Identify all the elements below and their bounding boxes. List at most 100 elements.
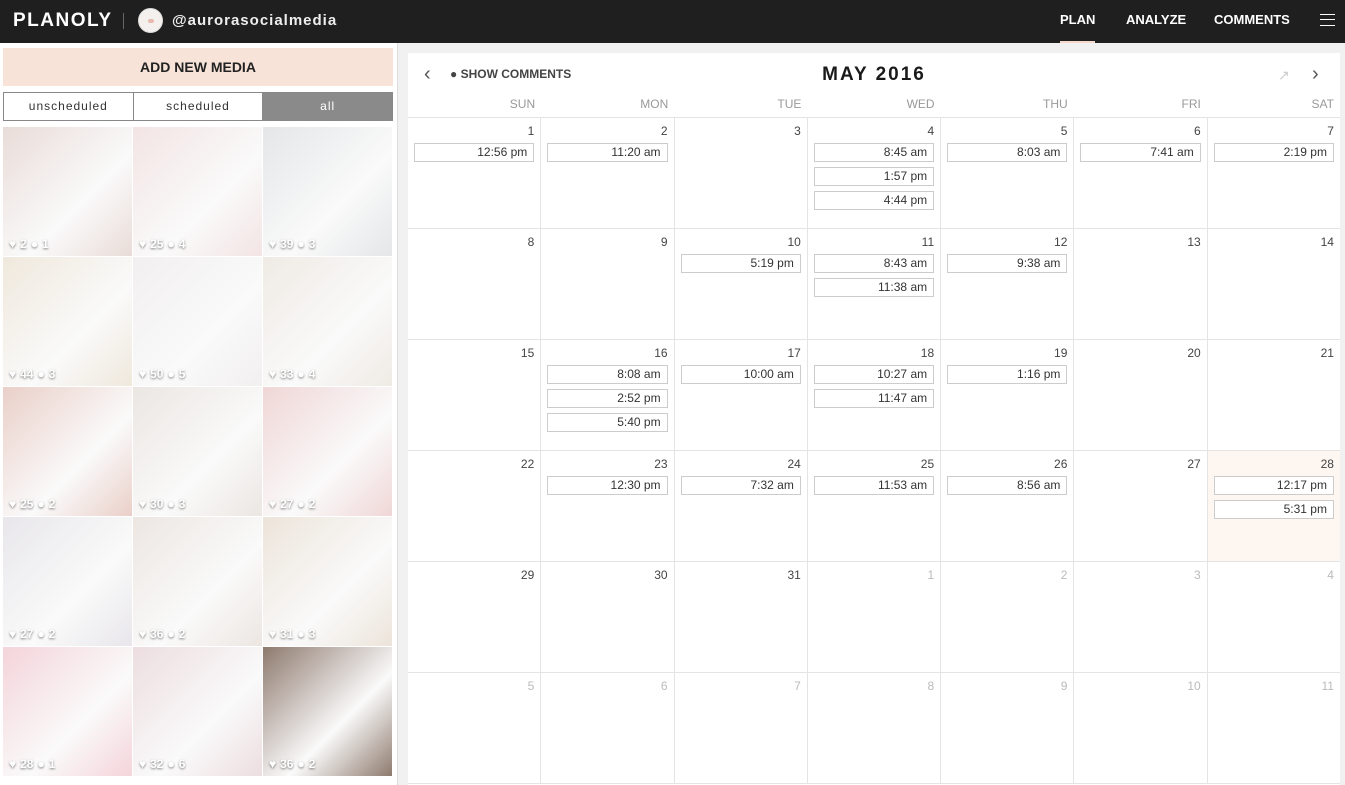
calendar-day[interactable]: 23 12:30 pm <box>541 451 675 561</box>
media-tile[interactable]: ♥ 39 ● 3 <box>263 127 392 256</box>
day-number: 18 <box>920 346 935 360</box>
media-tile[interactable]: ♥ 27 ● 2 <box>3 517 132 646</box>
avatar[interactable] <box>138 8 163 33</box>
calendar-day[interactable]: 29 <box>408 562 542 672</box>
nav-plan[interactable]: PLAN <box>1060 12 1096 43</box>
nav-analyze[interactable]: ANALYZE <box>1126 12 1186 27</box>
calendar-day[interactable]: 30 <box>541 562 675 672</box>
logo[interactable]: PLANOLY <box>13 10 113 32</box>
calendar-day[interactable]: 15 <box>408 340 542 450</box>
next-month-chevron-icon[interactable]: › <box>1312 63 1319 86</box>
scheduled-post-time[interactable]: 11:38 am <box>813 278 935 297</box>
calendar-day[interactable]: 18 10:27 am 11:47 am <box>808 340 942 450</box>
calendar-day[interactable]: 11 8:43 am 11:38 am <box>808 229 942 339</box>
calendar-day[interactable]: 7 <box>675 673 808 783</box>
scheduled-post-time[interactable]: 5:19 pm <box>680 254 801 273</box>
scheduled-post-time[interactable]: 8:08 am <box>547 365 668 384</box>
calendar-day[interactable]: 10 <box>1074 673 1208 783</box>
add-new-media-button[interactable]: ADD NEW MEDIA <box>3 48 393 86</box>
calendar-day[interactable]: 7 2:19 pm <box>1208 118 1340 228</box>
media-tile[interactable]: ♥ 31 ● 3 <box>263 517 392 646</box>
comment-icon: ● <box>297 237 305 251</box>
scheduled-post-time[interactable]: 2:19 pm <box>1213 143 1334 162</box>
scheduled-post-time[interactable]: 10:27 am <box>813 365 935 384</box>
calendar-day[interactable]: 19 1:16 pm <box>941 340 1075 450</box>
calendar-day[interactable]: 9 <box>541 229 675 339</box>
scheduled-post-time[interactable]: 12:30 pm <box>547 476 668 495</box>
calendar-day[interactable]: 16 8:08 am 2:52 pm 5:40 pm <box>541 340 675 450</box>
scheduled-post-time[interactable]: 7:32 am <box>680 476 801 495</box>
calendar-day[interactable]: 21 <box>1208 340 1340 450</box>
scheduled-post-time[interactable]: 4:44 pm <box>813 191 935 210</box>
calendar-day[interactable]: 31 <box>675 562 808 672</box>
heart-icon: ♥ <box>139 237 147 251</box>
scheduled-post-time[interactable]: 12:17 pm <box>1213 476 1334 495</box>
calendar-day[interactable]: 6 7:41 am <box>1074 118 1208 228</box>
calendar-day[interactable]: 26 8:56 am <box>941 451 1075 561</box>
media-tile[interactable]: ♥ 30 ● 3 <box>133 387 262 516</box>
calendar-day[interactable]: 20 <box>1074 340 1208 450</box>
media-tile[interactable]: ♥ 27 ● 2 <box>263 387 392 516</box>
calendar-day[interactable]: 10 5:19 pm <box>675 229 808 339</box>
scheduled-post-time[interactable]: 9:38 am <box>947 254 1068 273</box>
media-tile[interactable]: ♥ 44 ● 3 <box>3 257 132 386</box>
nav-comments[interactable]: COMMENTS <box>1214 12 1290 27</box>
calendar-day[interactable]: 5 8:03 am <box>941 118 1075 228</box>
calendar-day[interactable]: 4 8:45 am 1:57 pm 4:44 pm <box>808 118 942 228</box>
media-tile[interactable]: ♥ 36 ● 2 <box>263 647 392 776</box>
tab-all[interactable]: all <box>263 93 393 120</box>
scheduled-post-time[interactable]: 10:00 am <box>680 365 801 384</box>
calendar-day[interactable]: 22 <box>408 451 542 561</box>
scheduled-post-time[interactable]: 11:53 am <box>813 476 935 495</box>
calendar-day[interactable]: 9 <box>941 673 1075 783</box>
media-tile[interactable]: ♥ 28 ● 1 <box>3 647 132 776</box>
calendar-day[interactable]: 4 <box>1208 562 1340 672</box>
media-tile[interactable]: ♥ 32 ● 6 <box>133 647 262 776</box>
scheduled-post-time[interactable]: 1:57 pm <box>813 167 935 186</box>
calendar-day[interactable]: 5 <box>408 673 542 783</box>
scheduled-post-time[interactable]: 7:41 am <box>1080 143 1201 162</box>
calendar-day[interactable]: 25 11:53 am <box>808 451 942 561</box>
media-tile[interactable]: ♥ 2 ● 1 <box>3 127 132 256</box>
scheduled-post-time[interactable]: 12:56 pm <box>414 143 535 162</box>
hamburger-menu-icon[interactable] <box>1320 14 1335 26</box>
calendar-day[interactable]: 6 <box>541 673 675 783</box>
calendar-day[interactable]: 12 9:38 am <box>941 229 1075 339</box>
likes-count: 30 <box>150 497 164 511</box>
calendar-day[interactable]: 28 12:17 pm 5:31 pm <box>1207 451 1340 561</box>
tab-unscheduled[interactable]: unscheduled <box>4 93 134 120</box>
calendar-day[interactable]: 2 <box>941 562 1075 672</box>
scheduled-post-time[interactable]: 8:03 am <box>947 143 1068 162</box>
trend-chart-icon[interactable]: ↗ <box>1278 67 1290 84</box>
calendar-day[interactable]: 24 7:32 am <box>675 451 808 561</box>
media-tile[interactable]: ♥ 25 ● 4 <box>133 127 262 256</box>
calendar-day[interactable]: 11 <box>1208 673 1340 783</box>
tab-scheduled[interactable]: scheduled <box>134 93 264 120</box>
scheduled-post-time[interactable]: 2:52 pm <box>547 389 668 408</box>
calendar-day[interactable]: 14 <box>1208 229 1340 339</box>
scheduled-post-time[interactable]: 1:16 pm <box>947 365 1068 384</box>
media-tile[interactable]: ♥ 33 ● 4 <box>263 257 392 386</box>
media-tile[interactable]: ♥ 50 ● 5 <box>133 257 262 386</box>
scheduled-post-time[interactable]: 8:43 am <box>813 254 935 273</box>
media-sidebar: ADD NEW MEDIA unscheduled scheduled all … <box>0 43 398 785</box>
scheduled-post-time[interactable]: 11:47 am <box>813 389 935 408</box>
account-handle[interactable]: @aurorasocialmedia <box>172 12 337 29</box>
calendar-day[interactable]: 27 <box>1074 451 1208 561</box>
calendar-day[interactable]: 1 12:56 pm <box>408 118 542 228</box>
calendar-day[interactable]: 8 <box>408 229 542 339</box>
calendar-day[interactable]: 2 11:20 am <box>541 118 675 228</box>
calendar-day[interactable]: 8 <box>808 673 942 783</box>
calendar-day[interactable]: 17 10:00 am <box>675 340 808 450</box>
media-tile[interactable]: ♥ 36 ● 2 <box>133 517 262 646</box>
calendar-day[interactable]: 3 <box>675 118 808 228</box>
calendar-day[interactable]: 3 <box>1074 562 1208 672</box>
scheduled-post-time[interactable]: 8:56 am <box>947 476 1068 495</box>
scheduled-post-time[interactable]: 5:31 pm <box>1213 500 1334 519</box>
scheduled-post-time[interactable]: 5:40 pm <box>547 413 668 432</box>
media-tile[interactable]: ♥ 25 ● 2 <box>3 387 132 516</box>
scheduled-post-time[interactable]: 11:20 am <box>547 143 668 162</box>
calendar-day[interactable]: 13 <box>1074 229 1208 339</box>
scheduled-post-time[interactable]: 8:45 am <box>813 143 935 162</box>
calendar-day[interactable]: 1 <box>808 562 942 672</box>
